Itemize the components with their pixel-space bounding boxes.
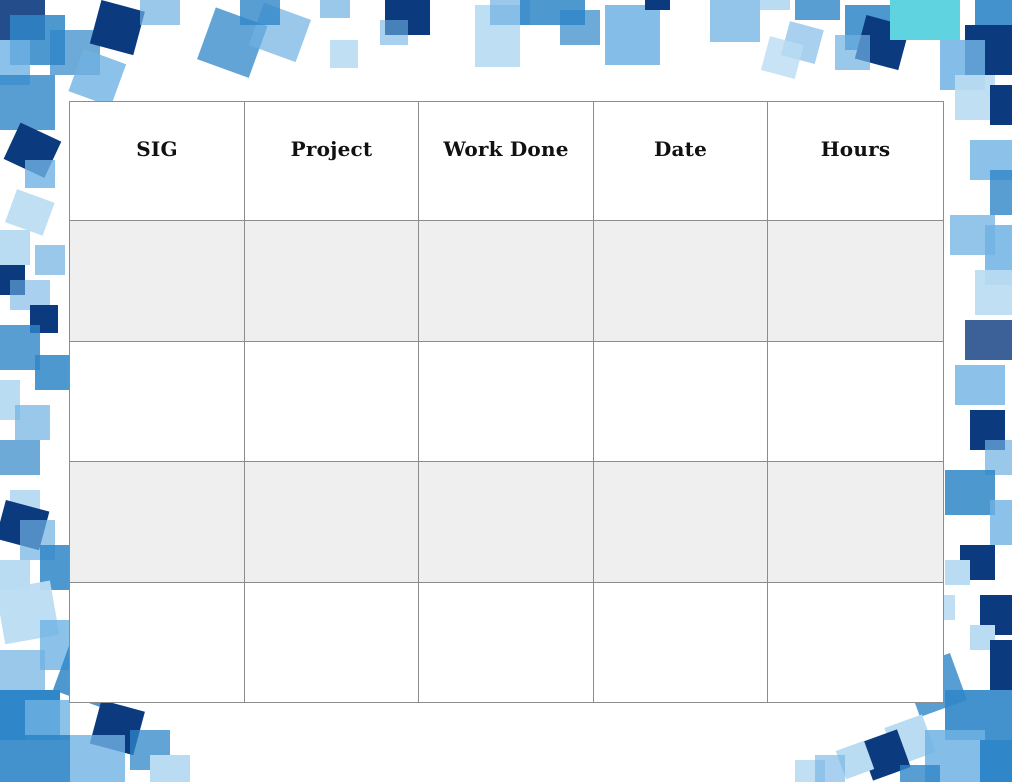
table-row [69,340,944,462]
table-cell-sig[interactable] [69,340,245,462]
table-cell-date[interactable] [593,461,768,583]
table-row [69,461,944,583]
table-cell-work-done[interactable] [418,340,594,462]
table-cell-project[interactable] [244,461,419,583]
table-cell-work-done[interactable] [418,461,594,583]
worksheet-page: SIG Project Work Done Date Hours [0,0,1012,782]
table-cell-sig[interactable] [69,461,245,583]
table-cell-date[interactable] [593,581,768,703]
table-header-row: SIG Project Work Done Date Hours [69,101,944,221]
table-cell-project[interactable] [244,581,419,703]
column-header-sig: SIG [69,101,245,221]
table-cell-hours[interactable] [767,581,944,703]
column-header-date: Date [593,101,768,221]
table-cell-hours[interactable] [767,220,944,342]
sig-hours-log-table: SIG Project Work Done Date Hours [69,101,944,703]
table-cell-hours[interactable] [767,340,944,462]
table-cell-hours[interactable] [767,461,944,583]
table-cell-project[interactable] [244,220,419,342]
table-cell-date[interactable] [593,220,768,342]
column-header-project: Project [244,101,419,221]
table-cell-sig[interactable] [69,581,245,703]
column-header-hours: Hours [767,101,944,221]
column-header-work-done: Work Done [418,101,594,221]
table-row [69,581,944,703]
table-cell-project[interactable] [244,340,419,462]
table-cell-date[interactable] [593,340,768,462]
table-cell-sig[interactable] [69,220,245,342]
table-cell-work-done[interactable] [418,220,594,342]
table-row [69,220,944,342]
table-cell-work-done[interactable] [418,581,594,703]
